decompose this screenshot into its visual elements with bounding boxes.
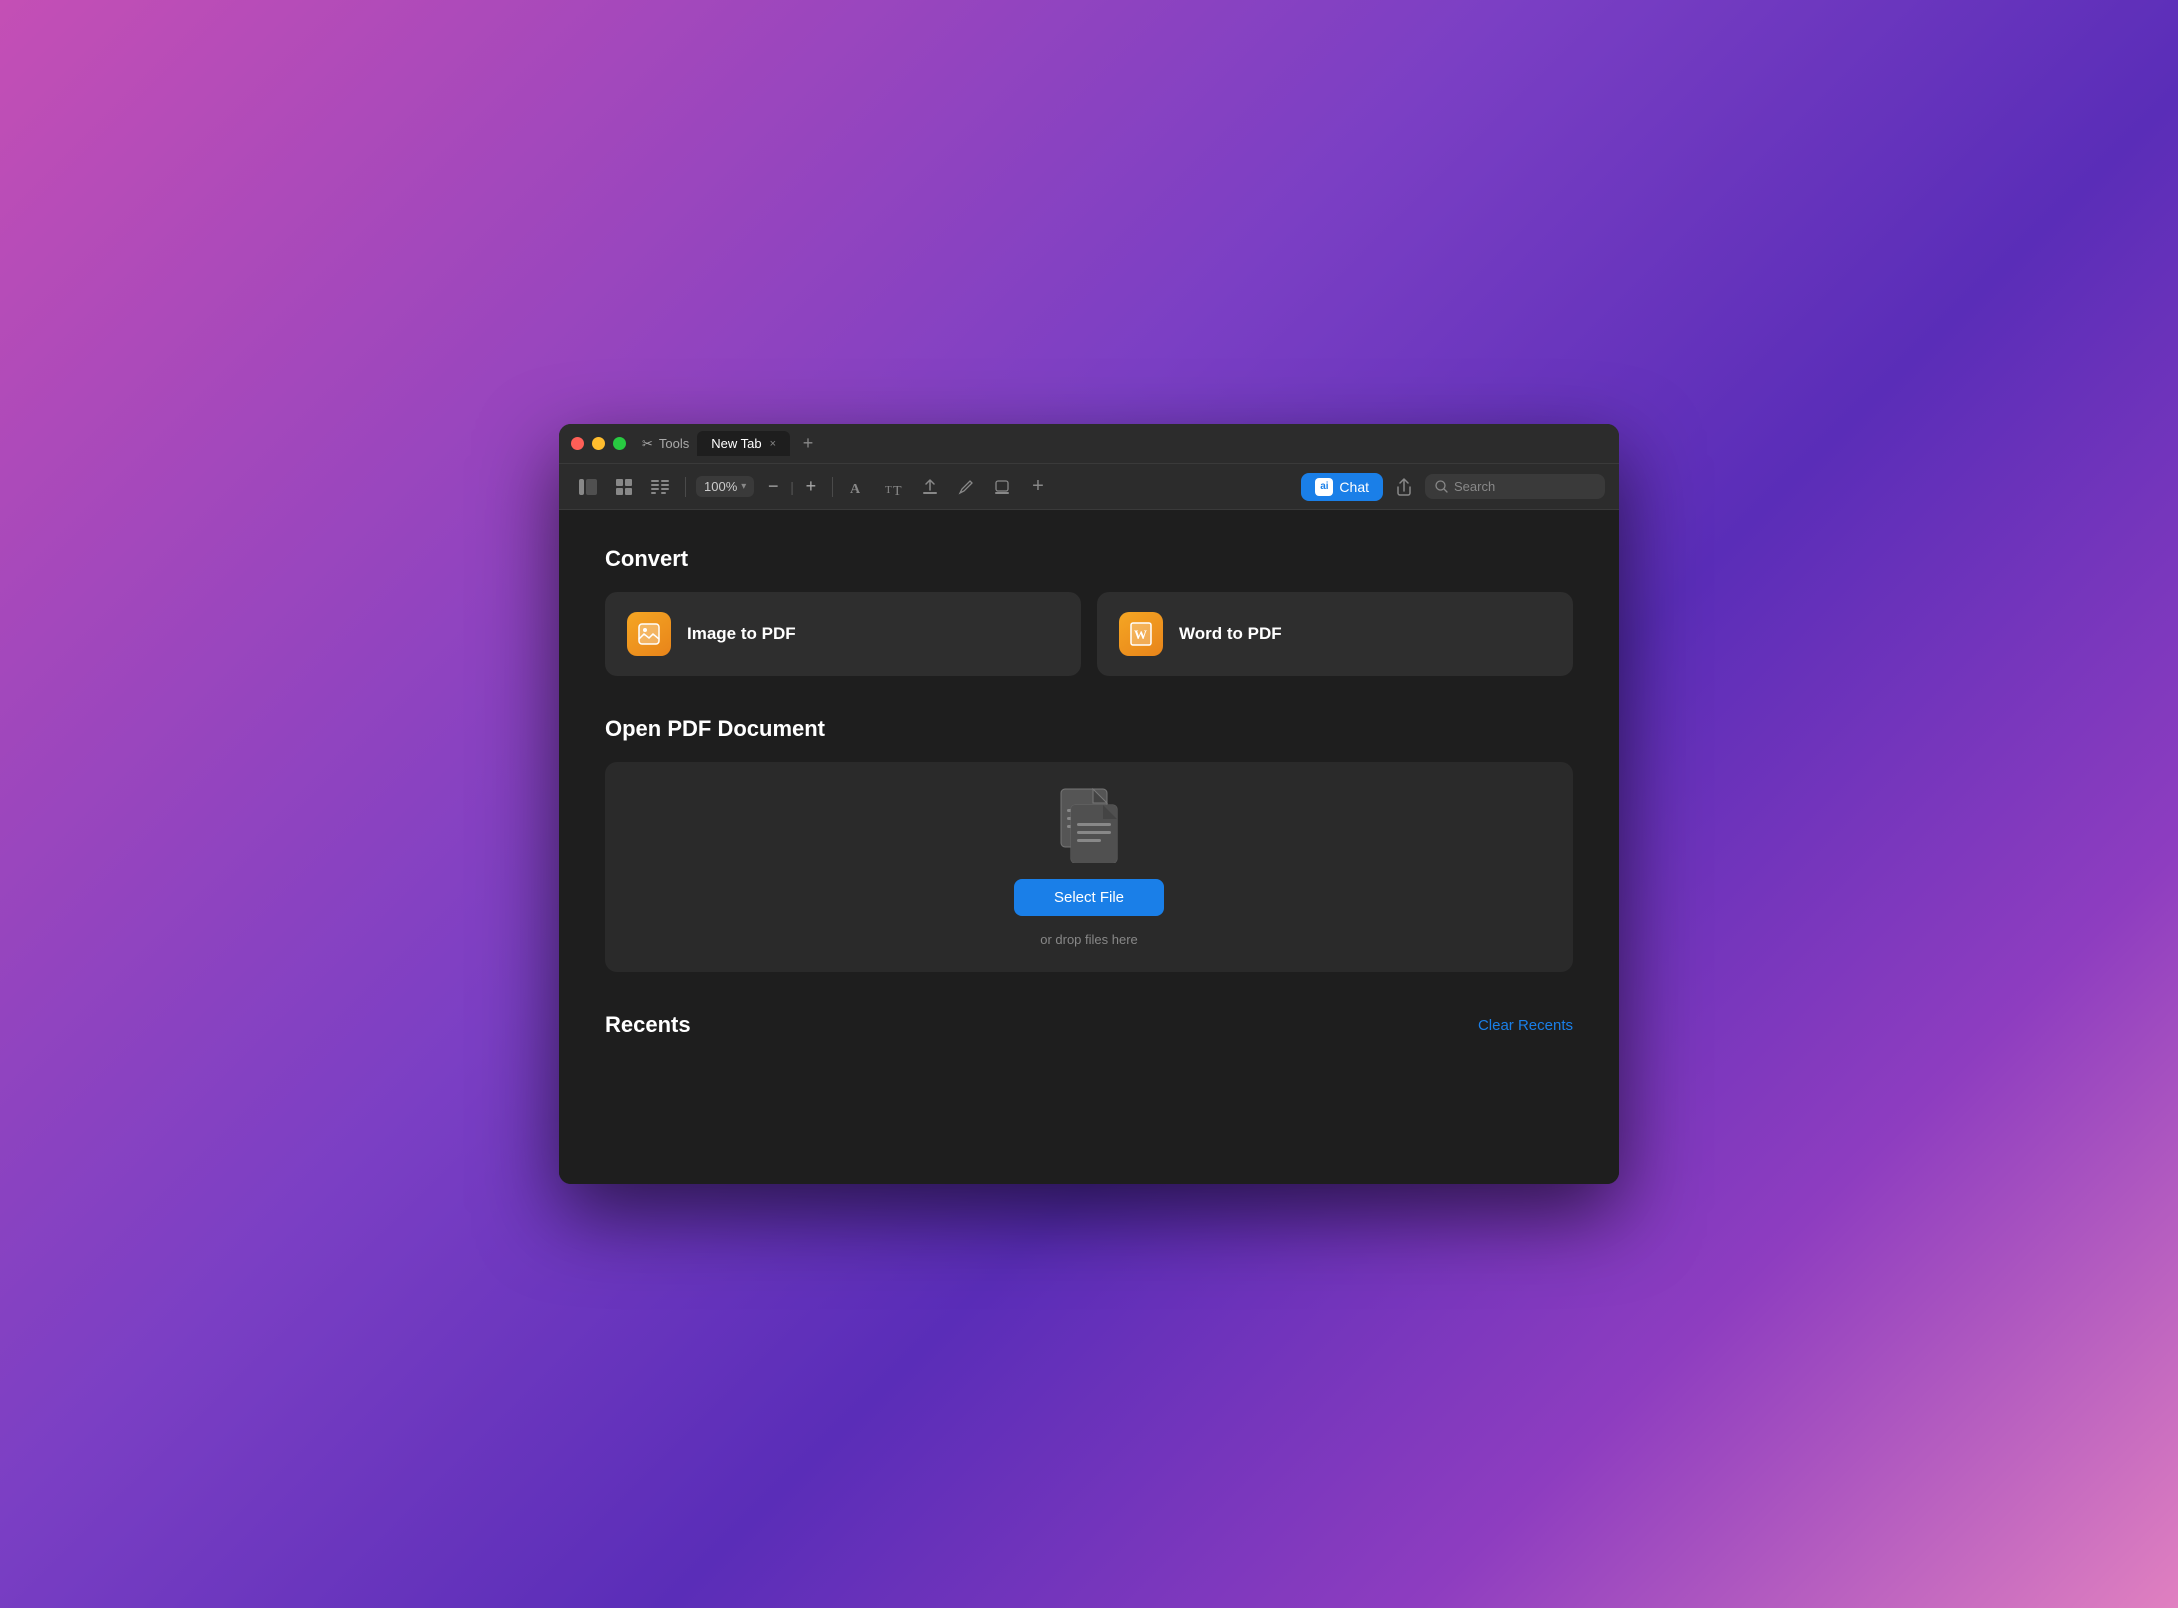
- tools-label-text: Tools: [659, 436, 689, 451]
- recents-title: Recents: [605, 1012, 691, 1038]
- zoom-out-button[interactable]: −: [762, 476, 784, 498]
- svg-text:W: W: [1134, 627, 1147, 642]
- titlebar: ✂ Tools New Tab × +: [559, 424, 1619, 464]
- word-to-pdf-card[interactable]: W Word to PDF: [1097, 592, 1573, 676]
- search-bar[interactable]: Search: [1425, 474, 1605, 499]
- word-to-pdf-label: Word to PDF: [1179, 624, 1282, 644]
- zoom-in-button[interactable]: +: [800, 476, 822, 498]
- drop-zone[interactable]: Select File or drop files here: [605, 762, 1573, 972]
- select-file-button[interactable]: Select File: [1014, 879, 1164, 916]
- toolbar: 100% ▾ − | + A T T: [559, 464, 1619, 510]
- tab-close-button[interactable]: ×: [770, 438, 776, 450]
- reader-view-icon[interactable]: [645, 472, 675, 502]
- chat-label: Chat: [1339, 479, 1369, 495]
- word-to-pdf-icon: W: [1119, 612, 1163, 656]
- tab-bar: New Tab × +: [697, 431, 1607, 456]
- convert-grid: Image to PDF W Word to PDF: [605, 592, 1573, 676]
- toolbar-divider-2: [832, 477, 833, 497]
- file-icon: [1057, 787, 1121, 863]
- svg-text:A: A: [850, 482, 861, 495]
- open-pdf-title: Open PDF Document: [605, 716, 1573, 742]
- grid-view-icon[interactable]: [609, 472, 639, 502]
- text-tool-icon[interactable]: A: [843, 472, 873, 502]
- main-content: Convert Image to PDF: [559, 510, 1619, 1184]
- image-to-pdf-icon: [627, 612, 671, 656]
- stamp-icon[interactable]: [987, 472, 1017, 502]
- new-tab-button[interactable]: +: [796, 432, 820, 456]
- image-to-pdf-card[interactable]: Image to PDF: [605, 592, 1081, 676]
- image-to-pdf-label: Image to PDF: [687, 624, 796, 644]
- search-icon: [1435, 480, 1448, 493]
- app-window: ✂ Tools New Tab × +: [559, 424, 1619, 1184]
- svg-text:T: T: [885, 484, 892, 495]
- add-icon[interactable]: +: [1023, 472, 1053, 502]
- search-placeholder-text: Search: [1454, 479, 1495, 494]
- edit-icon[interactable]: [951, 472, 981, 502]
- minimize-button[interactable]: [592, 437, 605, 450]
- maximize-button[interactable]: [613, 437, 626, 450]
- ai-icon: ai: [1315, 478, 1333, 496]
- tab-title: New Tab: [711, 436, 761, 451]
- chat-button[interactable]: ai Chat: [1301, 473, 1383, 501]
- sidebar-toggle-icon[interactable]: [573, 472, 603, 502]
- scissors-icon: ✂: [642, 436, 653, 452]
- convert-section-title: Convert: [605, 546, 1573, 572]
- upload-icon[interactable]: [915, 472, 945, 502]
- text-size-icon[interactable]: T T: [879, 472, 909, 502]
- toolbar-divider-1: [685, 477, 686, 497]
- active-tab[interactable]: New Tab ×: [697, 431, 790, 456]
- open-pdf-section: Open PDF Document: [605, 716, 1573, 972]
- drop-hint-text: or drop files here: [1040, 932, 1138, 947]
- close-button[interactable]: [571, 437, 584, 450]
- zoom-separator: |: [790, 479, 794, 495]
- chevron-down-icon: ▾: [741, 481, 746, 492]
- recents-header: Recents Clear Recents: [605, 1012, 1573, 1038]
- svg-text:T: T: [893, 484, 902, 495]
- share-icon[interactable]: [1389, 472, 1419, 502]
- traffic-lights: [571, 437, 626, 450]
- zoom-level-text: 100%: [704, 479, 737, 494]
- clear-recents-button[interactable]: Clear Recents: [1478, 1017, 1573, 1034]
- tools-menu[interactable]: ✂ Tools: [642, 436, 689, 452]
- zoom-control[interactable]: 100% ▾: [696, 476, 754, 497]
